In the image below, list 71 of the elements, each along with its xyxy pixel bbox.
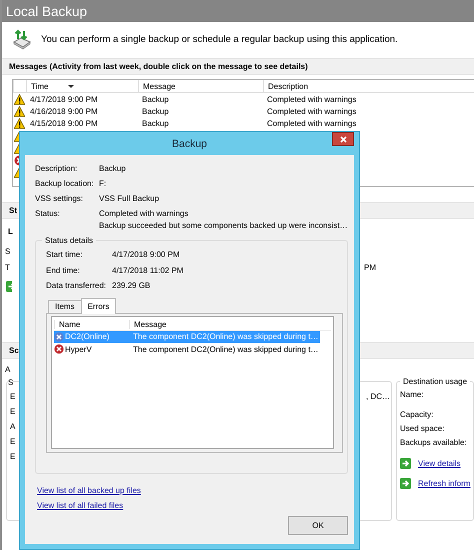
label-text: E [10,437,16,446]
value-text: , DC… [366,392,390,401]
message-cell-text: Backup [141,94,170,104]
label-text: S [8,378,14,386]
name-cell: HyperV [65,344,92,354]
time-cell-text: 4/15/2018 9:00 PM [29,119,99,128]
field-label: Data transferred: [46,281,108,290]
field-value: 239.29 GB [112,281,152,290]
field-label: End time: [46,266,81,275]
time-text: PM [364,263,376,272]
field-label: Backup location: [35,179,95,190]
column-header[interactable]: Message [129,320,331,328]
error-row[interactable]: HyperV The component DC2(Online) was skipped during t… [54,343,320,356]
label-text: E [10,407,16,416]
time-cell-text: 4/16/2018 9:00 PM [29,106,99,116]
error-icon [54,332,64,342]
message-cell-text: The component DC2(Online) was skipped during t… [132,332,318,342]
ok-button[interactable]: OK [288,516,348,535]
group-title: Destination usage [400,377,470,386]
close-button[interactable] [332,132,354,146]
column-header[interactable]: Message [138,80,263,93]
field-label: VSS settings: [35,194,84,205]
field-label: Description: [35,164,78,175]
dialog-title: Backup [172,138,208,150]
column-header[interactable]: Name [54,320,129,328]
label-text: E [10,452,16,461]
error-icon [54,344,64,354]
arrow-icon [6,281,12,292]
column-header[interactable]: Time [26,80,138,93]
message-cell-text: The component DC2(Online) was skipped during t… [132,344,318,354]
label-text: T [5,263,10,272]
description-cell-text: Completed with warnings [266,119,358,128]
field-value: Backup [99,164,126,173]
link[interactable]: Refresh inform [418,478,470,488]
field-value: F: [99,179,106,188]
field-value: Completed with warnings [99,209,188,218]
field-label: Backups available: [400,438,467,446]
tab[interactable]: Items [48,300,82,312]
description-text: You can perform a single backup or schedule a regular backup using this application. [41,34,398,44]
field-value: VSS Full Backup [99,194,160,203]
window-title: Local Backup [2,0,474,22]
link[interactable]: View list of all backed up files [37,486,141,495]
field-value: 4/17/2018 11:02 PM [112,266,184,275]
description-cell-text: Completed with warnings [266,106,358,116]
field-label: Capacity: [400,410,434,418]
message-cell-text: Backup [141,119,170,128]
label-text: S [5,247,10,256]
description-cell-text: Completed with warnings [266,94,358,104]
field-label: Name: [400,390,424,398]
name-cell: DC2(Online) [65,332,110,342]
close-icon [340,136,346,142]
field-label: Start time: [46,250,84,260]
label-text: E [10,392,16,401]
column-header[interactable]: Description [263,80,474,93]
backup-drive-icon [11,28,33,50]
arrow-icon [400,478,411,488]
time-cell-text: 4/17/2018 9:00 PM [29,94,99,104]
field-label: Used space: [400,424,444,432]
group-title: Status details [42,236,96,245]
field-value: 4/17/2018 9:00 PM [112,250,181,260]
section-header: Messages (Activity from last week, double click on the message to see details) [2,58,474,75]
link[interactable]: View details [418,458,461,468]
label-text: L [8,227,13,236]
message-cell-text: Backup [141,106,170,116]
status-detail-text: Backup succeeded but some components backed up were inconsist… [99,221,348,230]
link[interactable]: View list of all failed files [37,501,124,510]
label-text: A [10,422,16,431]
tab[interactable]: Errors [80,298,116,314]
label-text: A [4,365,10,374]
arrow-icon [400,458,411,468]
field-label: Status: [35,209,61,220]
